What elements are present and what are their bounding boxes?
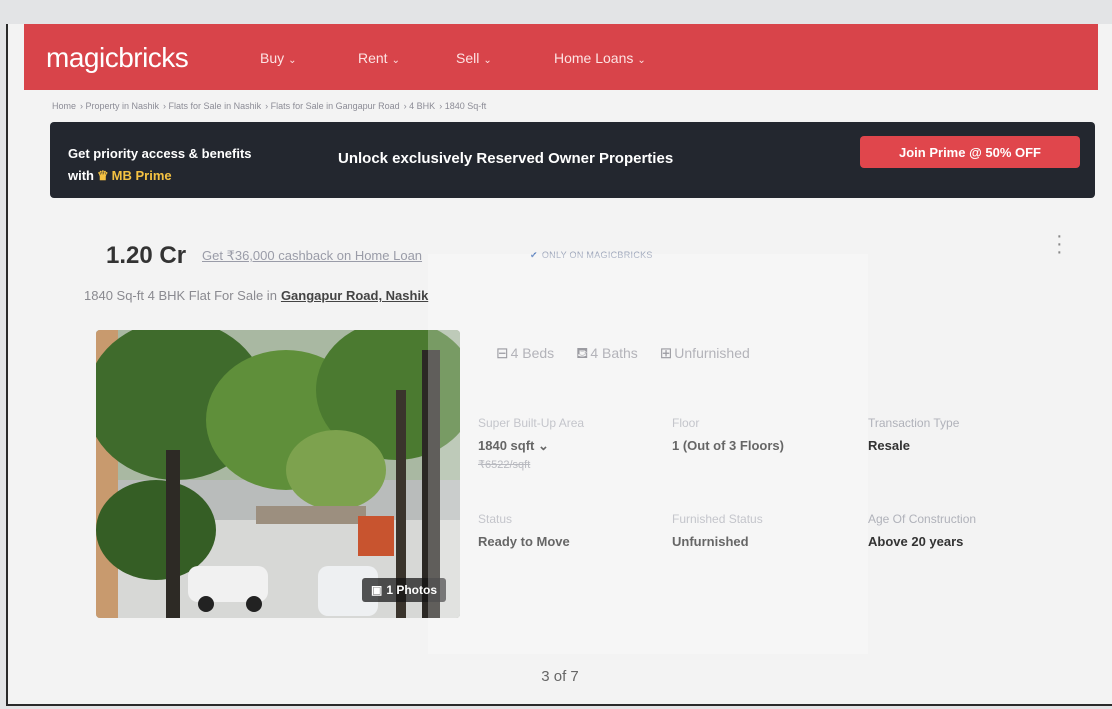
nav-rent[interactable]: Rent ⌄ [358,50,400,66]
nav-home-loans[interactable]: Home Loans ⌄ [554,50,646,66]
nav-buy[interactable]: Buy ⌄ [260,50,297,66]
amenity-baths: ⛾ 4 Baths [576,345,638,362]
breadcrumb-item[interactable]: Flats for Sale in Nashik [169,101,262,111]
breadcrumb-item[interactable]: Home [52,101,76,111]
photo-count-badge[interactable]: ▣ 1 Photos [361,578,446,602]
browser-viewport: magicbricks Buy ⌄ Rent ⌄ Sell ⌄ Home Loans ⌄… [6,24,1112,706]
detail-age-of-construction: Age Of Construction Above 20 years [868,512,977,549]
detail-furnished-status: Furnished Status Unfurnished [672,512,763,549]
amenity-furnishing: ⊞ Unfurnished [659,345,750,362]
prime-benefits-text: Get priority access & benefits [68,146,252,161]
gallery-icon: ▣ [370,583,383,597]
more-options-icon[interactable]: · · · [1056,226,1064,262]
property-photo[interactable]: ▣ 1 Photos [96,330,460,618]
prime-banner: Get priority access & benefits with ♛ MB P… [50,122,1095,198]
detail-status: Status Ready to Move [478,512,570,549]
property-price: 1.20 Cr [106,242,187,269]
prime-brand-line: with ♛ MB Prime [68,168,172,183]
detail-super-area: Super Built-Up Area 1840 sqft ⌄ ₹6522/sq… [478,416,585,471]
street-tree-image [96,330,460,618]
bed-icon: ⊟ [496,345,509,362]
chevron-down-icon: ⌄ [483,55,492,66]
chevron-down-icon[interactable]: ⌄ [538,438,549,453]
breadcrumb-item[interactable]: Flats for Sale in Gangapur Road [271,101,400,111]
chevron-down-icon: ⌄ [637,55,646,66]
chevron-down-icon: ⌄ [391,55,400,66]
property-card: 1.20 Cr Get ₹36,000 cashback on Home Loa… [72,220,1063,660]
unlock-owner-properties-text: Unlock exclusively Reserved Owner Proper… [338,150,674,167]
crown-icon: ♛ [97,168,109,183]
detail-floor: Floor 1 (Out of 3 Floors) [672,416,784,453]
magicbricks-logo[interactable]: magicbricks [46,42,189,74]
bath-icon: ⛾ [576,345,589,362]
page-indicator: 3 of 7 [541,668,579,685]
breadcrumb: Home › Property in Nashik › Flats for Sale… [52,101,487,111]
amenity-beds: ⊟ 4 Beds [496,345,555,362]
join-prime-button[interactable]: Join Prime @ 50% OFF [860,136,1080,168]
furnishing-icon: ⊞ [659,345,673,362]
only-on-magicbricks-badge: ✔ ONLY ON MAGICBRICKS [530,250,653,260]
cashback-link[interactable]: Get ₹36,000 cashback on Home Loan [202,248,422,264]
property-subtitle: 1840 Sq-ft 4 BHK Flat For Sale in Gangapu… [84,288,429,303]
locality-link[interactable]: Gangapur Road, Nashik [281,288,428,303]
amenities-row: ⊟ 4 Beds ⛾ 4 Baths ⊞ Unfurnished [496,344,768,364]
nav-sell[interactable]: Sell ⌄ [456,50,492,66]
detail-transaction-type: Transaction Type Resale [868,416,960,453]
top-navbar: magicbricks Buy ⌄ Rent ⌄ Sell ⌄ Home Loans ⌄ [24,24,1098,90]
chevron-down-icon: ⌄ [288,55,297,66]
breadcrumb-item[interactable]: Property in Nashik [86,101,160,111]
breadcrumb-item: 1840 Sq-ft [444,101,487,111]
breadcrumb-item[interactable]: 4 BHK [409,101,435,111]
check-icon: ✔ [530,250,538,260]
